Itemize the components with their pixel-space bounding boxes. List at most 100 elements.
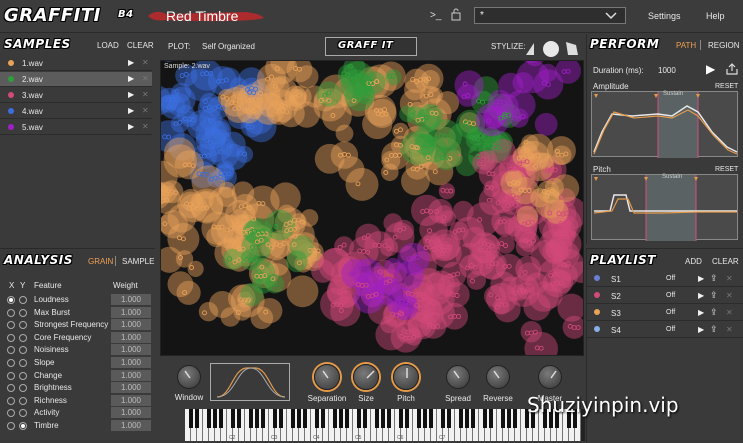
separation-knob[interactable] bbox=[314, 364, 340, 390]
y-radio[interactable] bbox=[19, 296, 27, 304]
black-key[interactable] bbox=[483, 409, 487, 428]
y-radio[interactable] bbox=[19, 321, 27, 330]
black-key[interactable] bbox=[489, 409, 493, 428]
weight-field[interactable]: 1.000 bbox=[111, 294, 151, 305]
y-radio[interactable] bbox=[19, 346, 27, 355]
amplitude-reset-button[interactable]: RESET bbox=[715, 83, 738, 90]
x-radio[interactable] bbox=[7, 359, 15, 367]
black-key[interactable] bbox=[387, 409, 391, 428]
black-key[interactable] bbox=[471, 409, 475, 428]
close-icon[interactable]: ✕ bbox=[142, 58, 149, 67]
triangle-style-icon[interactable] bbox=[526, 43, 534, 55]
black-key[interactable] bbox=[363, 409, 367, 428]
black-key[interactable] bbox=[195, 409, 199, 428]
black-key[interactable] bbox=[405, 409, 409, 428]
size-knob[interactable] bbox=[353, 364, 379, 390]
export-icon[interactable]: ⇪ bbox=[710, 290, 718, 301]
black-key[interactable] bbox=[429, 409, 433, 428]
amplitude-envelope[interactable]: Sustain bbox=[591, 91, 738, 158]
black-key[interactable] bbox=[399, 409, 403, 428]
y-radio[interactable] bbox=[19, 384, 27, 393]
x-radio[interactable] bbox=[7, 333, 15, 342]
y-radio[interactable] bbox=[19, 422, 27, 430]
play-icon[interactable]: ▶ bbox=[698, 274, 704, 283]
play-icon[interactable]: ▶ bbox=[128, 106, 134, 115]
plot-canvas[interactable]: Sample: 2.wav bbox=[160, 60, 584, 356]
duration-value[interactable]: 1000 bbox=[658, 66, 676, 75]
preset-name-area[interactable]: Red Timbre bbox=[146, 6, 266, 26]
weight-field[interactable]: 1.000 bbox=[111, 407, 151, 419]
black-key[interactable] bbox=[423, 409, 427, 428]
sample-row[interactable]: 4.wav ▶ ✕ bbox=[0, 104, 152, 119]
black-key[interactable] bbox=[345, 409, 349, 428]
weight-field[interactable]: 1.000 bbox=[111, 369, 151, 381]
y-radio[interactable] bbox=[19, 409, 27, 418]
black-key[interactable] bbox=[357, 409, 361, 428]
black-key[interactable] bbox=[465, 409, 469, 428]
export-icon[interactable] bbox=[726, 63, 738, 75]
sample-row[interactable]: 2.wav ▶ ✕ bbox=[0, 72, 152, 87]
lock-icon[interactable] bbox=[451, 8, 461, 23]
black-key[interactable] bbox=[297, 409, 301, 428]
black-key[interactable] bbox=[501, 409, 505, 428]
spread-knob[interactable] bbox=[446, 365, 470, 389]
play-icon[interactable]: ▶ bbox=[698, 325, 704, 334]
x-radio[interactable] bbox=[7, 396, 15, 405]
black-key[interactable] bbox=[315, 409, 319, 428]
playlist-row[interactable]: S3 Off ▶ ⇪ ✕ bbox=[586, 305, 743, 321]
pitch-knob[interactable] bbox=[393, 364, 419, 390]
black-key[interactable] bbox=[231, 409, 235, 428]
x-radio[interactable] bbox=[7, 321, 15, 330]
settings-button[interactable]: Settings bbox=[648, 11, 681, 21]
x-radio[interactable] bbox=[7, 409, 15, 418]
reverse-knob[interactable] bbox=[486, 365, 510, 389]
close-icon[interactable]: ✕ bbox=[726, 325, 733, 334]
export-icon[interactable]: ⇪ bbox=[710, 307, 718, 318]
y-radio[interactable] bbox=[19, 333, 27, 342]
weight-field[interactable]: 1.000 bbox=[111, 344, 151, 356]
black-key[interactable] bbox=[255, 409, 259, 428]
black-key[interactable] bbox=[261, 409, 265, 428]
black-key[interactable] bbox=[213, 409, 217, 428]
sample-row[interactable]: 3.wav ▶ ✕ bbox=[0, 88, 152, 103]
black-key[interactable] bbox=[321, 409, 325, 428]
x-radio[interactable] bbox=[7, 371, 15, 380]
preset-selector[interactable]: * bbox=[474, 7, 626, 24]
black-key[interactable] bbox=[237, 409, 241, 428]
playlist-item-state[interactable]: Off bbox=[666, 275, 675, 282]
sample-row[interactable]: 1.wav ▶ ✕ bbox=[0, 56, 152, 71]
analysis-sample-tab[interactable]: SAMPLE bbox=[122, 257, 154, 266]
y-radio[interactable] bbox=[19, 308, 27, 317]
piano-keys[interactable]: C2 C3 C4 C5 C6 C7 bbox=[185, 409, 585, 441]
black-key[interactable] bbox=[333, 409, 337, 428]
black-key[interactable] bbox=[417, 409, 421, 428]
close-icon[interactable]: ✕ bbox=[142, 74, 149, 83]
black-key[interactable] bbox=[375, 409, 379, 428]
play-icon[interactable]: ▶ bbox=[698, 291, 704, 300]
export-icon[interactable]: ⇪ bbox=[710, 324, 718, 335]
black-key[interactable] bbox=[279, 409, 283, 428]
window-shape-display[interactable] bbox=[210, 363, 290, 401]
play-icon[interactable]: ▶ bbox=[128, 122, 134, 131]
black-key[interactable] bbox=[207, 409, 211, 428]
terminal-icon[interactable]: >_ bbox=[430, 10, 441, 21]
close-icon[interactable]: ✕ bbox=[726, 274, 733, 283]
weight-field[interactable]: 1.000 bbox=[111, 306, 151, 318]
black-key[interactable] bbox=[339, 409, 343, 428]
black-key[interactable] bbox=[303, 409, 307, 428]
window-knob[interactable] bbox=[177, 365, 201, 389]
x-radio[interactable] bbox=[7, 308, 15, 317]
weight-field[interactable]: 1.000 bbox=[111, 357, 151, 368]
close-icon[interactable]: ✕ bbox=[726, 308, 733, 317]
weight-field[interactable]: 1.000 bbox=[111, 382, 151, 394]
black-key[interactable] bbox=[507, 409, 511, 428]
export-icon[interactable]: ⇪ bbox=[710, 273, 718, 284]
black-key[interactable] bbox=[249, 409, 253, 428]
plot-mode-selector[interactable]: Self Organized bbox=[202, 42, 255, 51]
play-icon[interactable]: ▶ bbox=[698, 308, 704, 317]
playlist-item-state[interactable]: Off bbox=[666, 292, 675, 299]
play-icon[interactable]: ▶ bbox=[128, 74, 134, 83]
weight-field[interactable]: 1.000 bbox=[111, 394, 151, 406]
help-button[interactable]: Help bbox=[706, 11, 725, 21]
weight-field[interactable]: 1.000 bbox=[111, 319, 151, 331]
